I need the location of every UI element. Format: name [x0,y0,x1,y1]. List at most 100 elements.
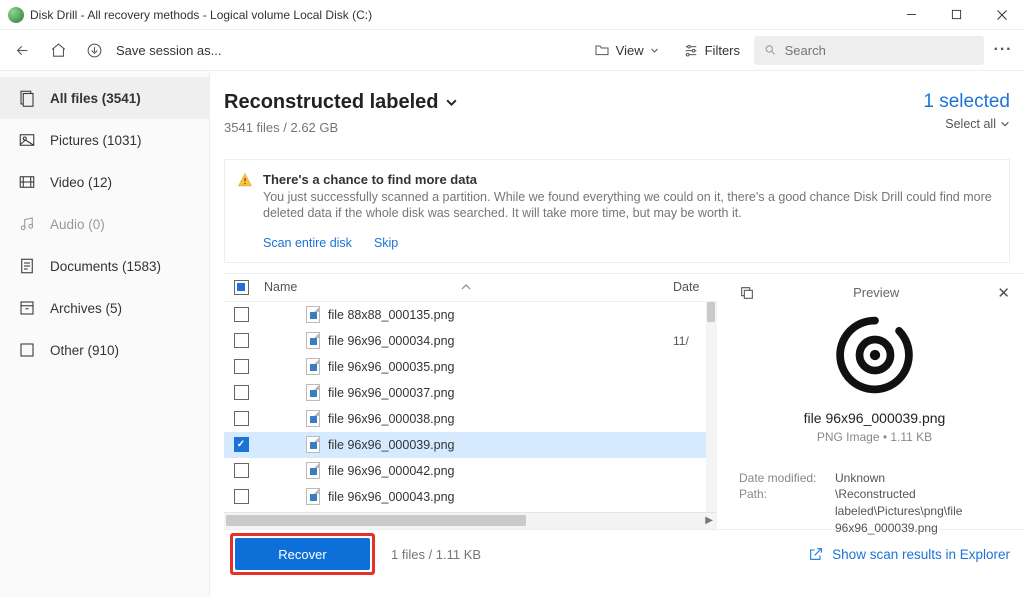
chevron-down-icon [1000,119,1010,129]
file-checkbox[interactable] [234,489,249,504]
file-row[interactable]: file 96x96_000039.png [224,432,717,458]
column-name[interactable]: Name [264,280,297,294]
sidebar-item-label: Documents (1583) [50,259,161,274]
warning-icon [237,172,253,188]
folder-icon [594,42,610,58]
chevron-down-icon [445,96,458,109]
file-row[interactable]: file 96x96_000034.png11/ [224,328,717,354]
file-row[interactable]: file 96x96_000042.png [224,458,717,484]
page-title: Reconstructed labeled [224,91,439,114]
filters-label: Filters [705,43,740,58]
external-link-icon [808,546,824,562]
horizontal-scrollbar[interactable]: ▶ [224,512,717,529]
file-row[interactable]: file 96x96_000037.png [224,380,717,406]
info-title: There's a chance to find more data [263,172,995,187]
video-icon [18,173,36,191]
titlebar: Disk Drill - All recovery methods - Logi… [0,0,1024,30]
path-value: \Reconstructed labeled\Pictures\png\file… [835,486,1010,536]
preview-subtitle: PNG Image • 1.11 KB [739,430,1010,444]
sort-asc-icon [461,284,471,290]
file-row[interactable]: file 88x88_000135.png [224,302,717,328]
file-name: file 96x96_000035.png [328,360,455,374]
file-name: file 96x96_000037.png [328,386,455,400]
file-checkbox[interactable] [234,463,249,478]
sidebar-item-video[interactable]: Video (12) [0,161,209,203]
preview-title: Preview [755,285,997,300]
file-checkbox[interactable] [234,359,249,374]
view-dropdown[interactable]: View [584,35,669,65]
search-input[interactable] [785,43,974,58]
sidebar-item-pictures[interactable]: Pictures (1031) [0,119,209,161]
page-title-dropdown[interactable]: Reconstructed labeled [224,91,458,114]
app-icon [8,7,24,23]
back-button[interactable] [6,35,38,65]
skip-link[interactable]: Skip [374,236,398,250]
chevron-down-icon [650,46,659,55]
file-name: file 96x96_000042.png [328,464,455,478]
file-row[interactable]: file 96x96_000038.png [224,406,717,432]
scan-entire-disk-link[interactable]: Scan entire disk [263,236,352,250]
sidebar: All files (3541) Pictures (1031) Video (… [0,71,210,597]
file-icon [306,436,320,453]
file-icon [306,384,320,401]
recover-highlight: Recover [230,533,375,575]
more-menu-button[interactable]: ··· [988,41,1018,59]
preview-panel: Preview ✕ file 96x96_000039.png PNG Imag… [717,273,1024,529]
preview-image [832,312,918,398]
home-button[interactable] [42,35,74,65]
file-name: file 96x96_000043.png [328,490,455,504]
column-date[interactable]: Date [673,280,717,294]
sidebar-item-all-files[interactable]: All files (3541) [0,77,209,119]
file-name: file 88x88_000135.png [328,308,455,322]
sidebar-item-label: Archives (5) [50,301,122,316]
sidebar-item-label: Video (12) [50,175,112,190]
select-all-label: Select all [945,117,996,131]
file-row[interactable]: file 96x96_000035.png [224,354,717,380]
select-all-checkbox[interactable] [234,280,249,295]
recover-button[interactable]: Recover [235,538,370,570]
show-in-explorer-link[interactable]: Show scan results in Explorer [808,546,1010,562]
file-name: file 96x96_000039.png [328,438,455,452]
window-close-button[interactable] [979,0,1024,30]
sliders-icon [683,42,699,58]
file-checkbox[interactable] [234,333,249,348]
file-checkbox[interactable] [234,411,249,426]
preview-filename: file 96x96_000039.png [739,410,1010,426]
sidebar-item-audio[interactable]: Audio (0) [0,203,209,245]
sidebar-item-label: Audio (0) [50,217,105,232]
file-icon [306,488,320,505]
file-list: Name Date file 88x88_000135.pngfile 96x9… [224,273,717,529]
file-icon [306,306,320,323]
vertical-scrollbar[interactable] [706,302,717,512]
sidebar-item-archives[interactable]: Archives (5) [0,287,209,329]
documents-icon [18,257,36,275]
date-modified-label: Date modified: [739,470,819,487]
file-list-header: Name Date [224,274,717,302]
sidebar-item-other[interactable]: Other (910) [0,329,209,371]
file-icon [306,332,320,349]
show-in-explorer-label: Show scan results in Explorer [832,547,1010,562]
archives-icon [18,299,36,317]
selected-count: 1 selected [923,91,1010,113]
window-maximize-button[interactable] [934,0,979,30]
file-name: file 96x96_000034.png [328,334,455,348]
info-text: You just successfully scanned a partitio… [263,189,995,222]
pictures-icon [18,131,36,149]
select-all-button[interactable]: Select all [923,117,1010,131]
preview-close-button[interactable]: ✕ [997,284,1010,302]
file-checkbox[interactable] [234,385,249,400]
audio-icon [18,215,36,233]
search-box[interactable] [754,36,984,65]
file-checkbox[interactable] [234,307,249,322]
filters-button[interactable]: Filters [673,35,750,65]
sidebar-item-label: All files (3541) [50,91,141,106]
other-icon [18,341,36,359]
download-icon[interactable] [78,35,110,65]
sidebar-item-documents[interactable]: Documents (1583) [0,245,209,287]
toolbar: Save session as... View Filters ··· [0,30,1024,71]
file-row[interactable]: file 96x96_000043.png [224,484,717,510]
save-session-button[interactable]: Save session as... [116,43,222,58]
window-minimize-button[interactable] [889,0,934,30]
copy-icon[interactable] [739,285,755,301]
file-checkbox[interactable] [234,437,249,452]
